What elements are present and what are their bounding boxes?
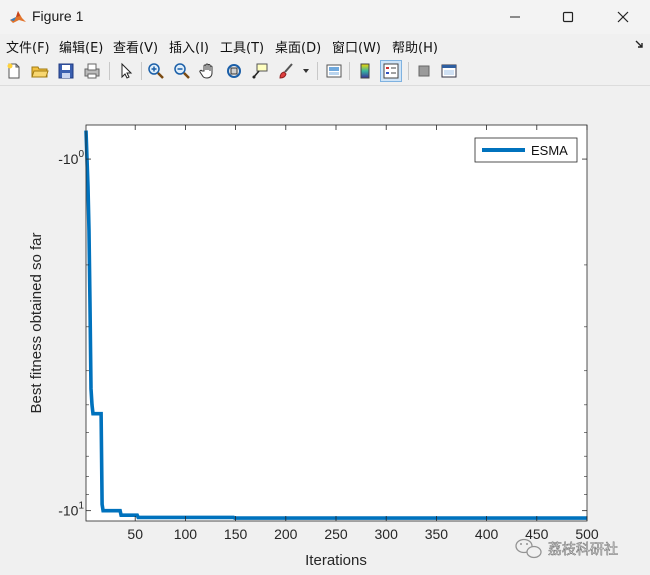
folder-open-icon (31, 66, 49, 78)
data-tip-icon (252, 63, 268, 79)
zoom-in-icon (148, 63, 164, 79)
toolbar-separator (408, 62, 409, 80)
x-axis-label: Iterations (305, 552, 367, 569)
zoom-out-button[interactable] (171, 60, 193, 82)
x-tick-label: 200 (274, 526, 298, 542)
square-gray-icon (418, 65, 430, 77)
toolbar-separator (109, 62, 110, 80)
rotate-3d-icon (227, 64, 241, 78)
menu-insert[interactable]: 插入(I) (169, 37, 209, 56)
matlab-logo-icon (10, 11, 26, 23)
show-plot-tools-button[interactable] (438, 60, 460, 82)
select-pointer-button[interactable] (115, 60, 137, 82)
brush-dropdown-button[interactable] (299, 60, 313, 82)
minimize-icon (510, 16, 520, 18)
x-tick-label: 100 (174, 526, 198, 542)
fitness-convergence-chart: 50 100 150 200 250 300 350 400 450 500 -100 -101 I… (28, 124, 618, 569)
printer-icon (84, 63, 100, 79)
close-icon (617, 11, 629, 23)
y-axis-label: Best fitness obtained so far (28, 233, 45, 414)
brush-button[interactable] (275, 60, 297, 82)
menu-desktop[interactable]: 桌面(D) (275, 37, 321, 56)
close-button[interactable] (600, 0, 646, 34)
toolbar-separator (317, 62, 318, 80)
watermark-text: 荔枝科研社 (548, 542, 618, 558)
hide-plot-tools-button[interactable] (413, 60, 435, 82)
data-cursor-button[interactable] (249, 60, 271, 82)
minimize-button[interactable] (492, 0, 538, 34)
open-file-button[interactable] (29, 60, 51, 82)
menu-window[interactable]: 窗口(W) (332, 37, 381, 56)
pan-button[interactable] (197, 60, 219, 82)
link-plot-button[interactable] (323, 60, 345, 82)
new-figure-button[interactable] (3, 60, 25, 82)
rotate-3d-button[interactable] (223, 60, 245, 82)
link-plot-icon (326, 64, 342, 78)
title-bar: Figure 1 (0, 0, 650, 34)
y-tick-label: -101 (58, 501, 84, 519)
x-tick-label: 150 (224, 526, 248, 542)
legend-button[interactable] (380, 60, 402, 82)
colorbar-button[interactable] (354, 60, 376, 82)
chevron-down-icon (303, 69, 309, 73)
legend-label-esma: ESMA (531, 143, 568, 158)
x-tick-label: 250 (324, 526, 348, 542)
toolbar-separator (141, 62, 142, 80)
x-tick-label: 450 (525, 526, 549, 542)
menu-tools[interactable]: 工具(T) (220, 37, 264, 56)
axes-plot-area[interactable] (86, 125, 587, 521)
wechat-logo-icon (515, 538, 542, 559)
menu-edit[interactable]: 编辑(E) (59, 37, 103, 56)
window-title: Figure 1 (32, 8, 84, 24)
y-tick-label: -100 (58, 149, 84, 167)
dock-arrow-icon[interactable] (634, 39, 644, 49)
toolbar-separator (349, 62, 350, 80)
print-button[interactable] (81, 60, 103, 82)
maximize-button[interactable] (545, 0, 591, 34)
menu-view[interactable]: 查看(V) (113, 37, 158, 56)
x-tick-label: 500 (575, 526, 599, 542)
colorbar-icon (360, 63, 370, 79)
menu-help[interactable]: 帮助(H) (392, 37, 438, 56)
pointer-arrow-icon (121, 62, 133, 79)
watermark: 荔枝科研社 (515, 538, 618, 559)
figure-canvas: 50 100 150 200 250 300 350 400 450 500 -100 -101 I… (0, 87, 650, 575)
x-tick-label: 400 (475, 526, 499, 542)
x-tick-label: 300 (375, 526, 399, 542)
save-disk-icon (58, 63, 74, 79)
menu-file[interactable]: 文件(F) (6, 37, 50, 56)
zoom-in-button[interactable] (145, 60, 167, 82)
figure-toolbar (0, 58, 650, 86)
x-tick-label: 350 (425, 526, 449, 542)
menu-bar: 文件(F) 编辑(E) 查看(V) 插入(I) 工具(T) 桌面(D) 窗口(W… (0, 34, 650, 56)
hand-pan-icon (199, 63, 213, 79)
legend-box[interactable]: ESMA (474, 137, 578, 163)
maximize-icon (562, 11, 574, 23)
plot-tools-window-icon (441, 64, 457, 78)
new-file-icon (7, 63, 20, 79)
brush-icon (279, 63, 293, 79)
x-tick-label: 50 (127, 526, 143, 542)
save-button[interactable] (55, 60, 77, 82)
legend-icon (383, 63, 399, 79)
zoom-out-icon (174, 63, 190, 79)
